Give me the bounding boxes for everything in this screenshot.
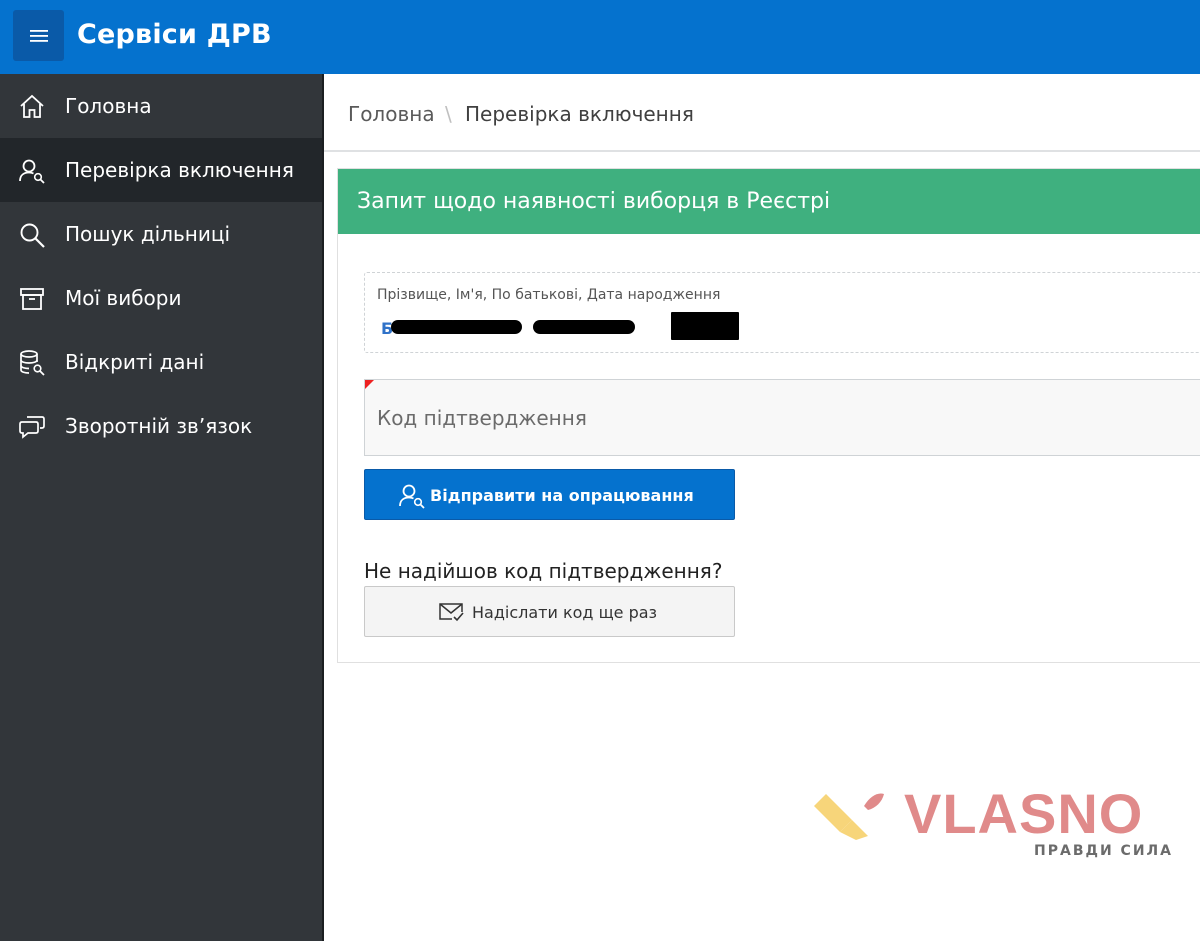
sidebar: Головна Перевірка включення Пошук дільни… (0, 74, 322, 941)
submit-button-label: Відправити на опрацювання (430, 486, 694, 505)
chat-icon (19, 416, 45, 439)
sidebar-item-my-elections[interactable]: Мої вибори (0, 266, 322, 330)
panel-header: Запит щодо наявності виборця в Реєстрі (338, 169, 1200, 234)
archive-icon (20, 288, 44, 310)
mail-check-icon (439, 603, 464, 622)
voter-info-label: Прізвище, Ім'я, По батькові, Дата народж… (377, 287, 721, 303)
confirmation-code-field (364, 379, 1200, 456)
sidebar-item-label: Зворотній зв’язок (65, 414, 253, 438)
watermark-tagline: ПРАВДИ СИЛА (1034, 843, 1173, 859)
sidebar-item-label: Відкриті дані (65, 350, 205, 374)
watermark-brand: VLASNO (904, 782, 1144, 845)
hamburger-icon (29, 29, 48, 42)
sidebar-item-label: Пошук дільниці (65, 222, 231, 246)
resend-code-button[interactable]: Надіслати код ще раз (364, 586, 735, 637)
breadcrumb-separator: \ (445, 102, 452, 126)
redaction-block (671, 312, 739, 340)
panel-title: Запит щодо наявності виборця в Реєстрі (357, 189, 831, 214)
voter-info-display: Прізвище, Ім'я, По батькові, Дата народж… (364, 272, 1200, 353)
sidebar-item-label: Перевірка включення (65, 158, 294, 182)
breadcrumb-current: Перевірка включення (465, 102, 694, 126)
database-search-icon (20, 350, 45, 376)
submit-button[interactable]: Відправити на опрацювання (364, 469, 735, 520)
user-search-icon (399, 484, 425, 509)
redaction-block (447, 320, 522, 334)
breadcrumb: Головна \ Перевірка включення (324, 74, 1200, 152)
sidebar-item-find-precinct[interactable]: Пошук дільниці (0, 202, 322, 266)
sidebar-item-label: Головна (65, 94, 152, 118)
vlasno-watermark: VLASNO ПРАВДИ СИЛА (812, 782, 1173, 863)
sidebar-item-label: Мої вибори (65, 286, 182, 310)
menu-toggle-button[interactable] (13, 10, 64, 61)
breadcrumb-home-link[interactable]: Головна (348, 102, 435, 126)
inclusion-request-panel: Запит щодо наявності виборця в Реєстрі П… (337, 168, 1200, 663)
resend-question-text: Не надійшов код підтвердження? (364, 559, 723, 583)
search-icon (20, 223, 45, 248)
sidebar-item-feedback[interactable]: Зворотній зв’язок (0, 394, 322, 458)
confirmation-code-input[interactable] (365, 380, 1200, 455)
home-icon (20, 94, 44, 118)
user-search-icon (19, 159, 45, 184)
redaction-block (533, 320, 635, 334)
resend-code-label: Надіслати код ще раз (472, 603, 658, 622)
sidebar-item-home[interactable]: Головна (0, 74, 322, 138)
sidebar-divider (322, 74, 324, 941)
sidebar-item-check-inclusion[interactable]: Перевірка включення (0, 138, 322, 202)
app-title: Сервіси ДРВ (77, 19, 272, 50)
sidebar-item-open-data[interactable]: Відкриті дані (0, 330, 322, 394)
required-marker (365, 380, 374, 389)
app-header: Сервіси ДРВ (0, 0, 1200, 74)
vlasno-logo-icon (814, 793, 884, 840)
